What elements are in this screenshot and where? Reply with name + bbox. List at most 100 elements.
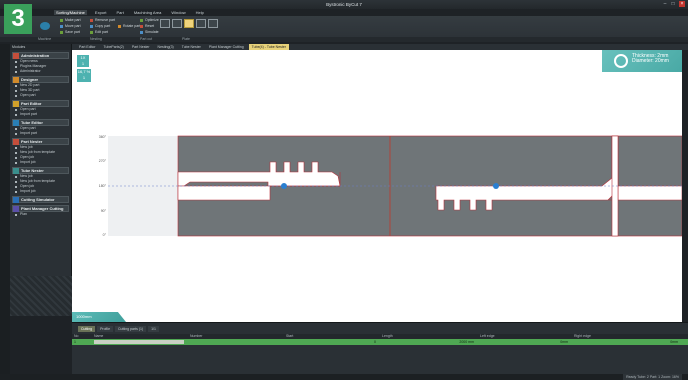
sidebar-group-label: Plant Manager Cutting (21, 206, 64, 211)
module-icon (13, 119, 19, 126)
shape-icon[interactable] (172, 19, 182, 28)
sidebar-group: Part Nester New job New job from template O… (12, 138, 69, 165)
y-tick-label: 180° (99, 184, 107, 188)
tube-info-banner: Thickness: 2mm Diameter: 20mm (602, 50, 682, 72)
menu-item[interactable]: Sorting/Machine (54, 10, 87, 15)
sidebar-item[interactable]: Import part (12, 131, 69, 136)
cell-left-edge: 0mm (560, 340, 568, 344)
sidebar-item[interactable]: Import part (12, 112, 69, 117)
sidebar-group-header[interactable]: Part Nester (12, 138, 69, 145)
profile-margin (108, 136, 178, 236)
measure-icon[interactable] (196, 19, 206, 28)
sidebar-group-header[interactable]: Administration (12, 52, 69, 59)
tube-unroll-drawing: 360° 270° 180° 90° 0° (99, 135, 682, 237)
tab-profile[interactable]: Profile (97, 326, 114, 332)
sidebar-group: Administration Open news Plugins Manager Ad… (12, 52, 69, 74)
menu-item[interactable]: Part (114, 10, 125, 15)
table-row[interactable]: 1 0 2000 mm 0mm 0mm (72, 339, 688, 345)
tab-cutting-parts[interactable]: Cutting parts (1) (115, 326, 147, 332)
settings-icon[interactable] (208, 19, 218, 28)
tube-section-icon (614, 54, 628, 68)
ribbon-button[interactable]: Rotate part (118, 24, 140, 29)
status-bar: Ready Tube: 2 Part: 1 Zoom: 16% (0, 374, 688, 380)
cell-length: 2000 mm (459, 340, 474, 344)
sidebar-item[interactable]: Import job (12, 189, 69, 194)
cell-no: 1 (74, 340, 76, 344)
module-icon (13, 76, 19, 83)
sidebar-group: Plant Manager Cutting Plan (12, 205, 69, 217)
ribbon-button[interactable]: Make part (60, 18, 81, 23)
name-field[interactable] (94, 340, 184, 344)
sidebar-group-header[interactable]: Cutting Simulator (12, 196, 69, 203)
y-tick-label: 0° (103, 233, 107, 237)
ribbon-button[interactable]: Simulate (140, 30, 159, 35)
sidebar-group-header[interactable]: Designer (12, 76, 69, 83)
ribbon-button[interactable]: Copy part (90, 24, 110, 29)
ribbon-button[interactable]: Remove part (90, 18, 115, 23)
menu-bar: Sorting/Machine Export Part Machining Ar… (54, 9, 206, 16)
page-counter: 1/1 (148, 326, 159, 332)
ribbon-button[interactable]: Reset (140, 24, 154, 29)
view-icon[interactable] (160, 19, 170, 28)
percent-indicator[interactable]: 16,7 % 1 (77, 69, 91, 82)
sidebar-group-header[interactable]: Part Editor (12, 100, 69, 107)
cell-right-edge: 0mm (670, 340, 678, 344)
left-slot (177, 185, 271, 201)
ribbon-group-label: Part cut (140, 37, 153, 41)
sidebar-group-header[interactable]: Plant Manager Cutting (12, 205, 69, 212)
diameter-label: Diameter: 20mm (632, 58, 669, 64)
tab-cutting[interactable]: Cutting (78, 326, 96, 332)
ribbon-button[interactable]: Edit part (90, 30, 108, 35)
highlight-icon[interactable] (184, 19, 194, 28)
zoom-indicator[interactable]: 1X 1 (77, 55, 89, 67)
app-logo-icon (40, 22, 50, 30)
module-icon (13, 205, 19, 212)
menu-item[interactable]: Help (194, 10, 206, 15)
sidebar-group-header[interactable]: Tube Nester (12, 167, 69, 174)
sidebar-group-label: Part Nester (21, 139, 43, 144)
cell-name[interactable] (92, 339, 188, 345)
ribbon-button[interactable]: Optimize (140, 18, 159, 23)
menu-item[interactable]: Export (93, 10, 109, 15)
sidebar-group-label: Cutting Simulator (21, 197, 55, 202)
maximize-icon[interactable]: □ (670, 1, 676, 7)
sidebar-group: Cutting Simulator (12, 196, 69, 203)
ribbon-button[interactable]: Save part (60, 30, 80, 35)
sidebar-item[interactable]: Plan (12, 212, 69, 217)
sidebar-group-label: Administration (21, 53, 50, 58)
module-icon (13, 196, 19, 203)
modules-sidebar: Modules Administration Open news Plugins M… (10, 44, 72, 316)
part-handle-icon[interactable] (493, 183, 499, 189)
y-tick-label: 90° (101, 209, 107, 213)
drawing-canvas[interactable]: 360° 270° 180° 90° 0° 1X 1 16,7 % 1 Thic… (72, 50, 682, 322)
ribbon-group-label: Nesting (90, 37, 102, 41)
sidebar-group: Tube Nester New job New job from template O… (12, 167, 69, 194)
menu-item[interactable]: Machining Area (132, 10, 164, 15)
ribbon-group-labels: Machine Nesting Part cut Plate (0, 37, 688, 42)
sidebar-group: Designer New 2D part New 3D part Open part (12, 76, 69, 98)
cutting-panel-tabs: Cutting Profile Cutting parts (1) 1/1 (72, 326, 688, 332)
sidebar-group-label: Tube Nester (21, 168, 44, 173)
module-icon (13, 100, 19, 107)
left-edge-bar (0, 44, 10, 380)
percent-sub: 1 (82, 75, 86, 80)
ribbon-group-label: Machine (38, 37, 52, 41)
window-title: Bystronic ByCut 7 (326, 2, 362, 7)
close-icon[interactable]: × (679, 1, 685, 7)
sidebar-group-header[interactable]: Tube Editor (12, 119, 69, 126)
module-icon (13, 138, 19, 145)
minimize-icon[interactable]: – (662, 1, 668, 7)
ribbon-button[interactable]: Move part (60, 24, 81, 29)
cell-start: 0 (374, 340, 376, 344)
part-handle-icon[interactable] (281, 183, 287, 189)
sidebar-group: Part Editor Open part Import part (12, 100, 69, 117)
sidebar-item[interactable]: Open part (12, 93, 69, 98)
sidebar-pattern (10, 276, 72, 316)
menu-item[interactable]: Window (169, 10, 187, 15)
sidebar-groups: Administration Open news Plugins Manager Ad… (10, 52, 71, 217)
scale-indicator: 1000mm (72, 312, 126, 322)
step-badge: 3 (4, 4, 32, 34)
sidebar-group-label: Part Editor (21, 101, 42, 106)
sidebar-item[interactable]: Administrator (12, 69, 69, 74)
sidebar-item[interactable]: Import job (12, 160, 69, 165)
